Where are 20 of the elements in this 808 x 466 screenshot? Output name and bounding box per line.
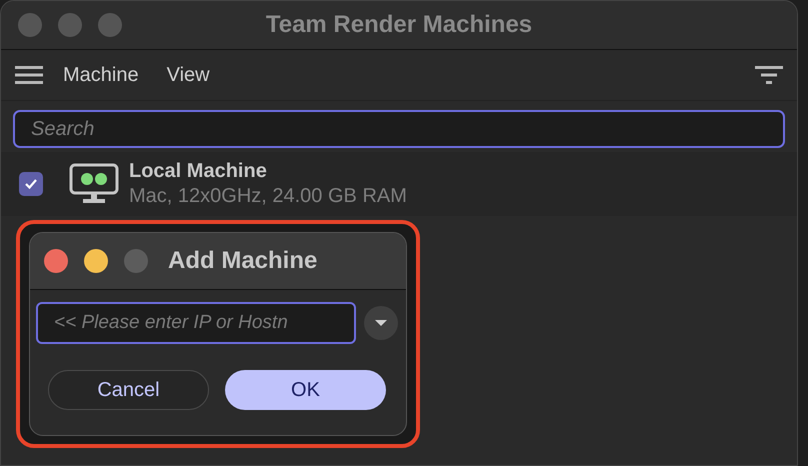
minimize-button[interactable] [84, 249, 108, 273]
cancel-button[interactable]: Cancel [48, 370, 209, 410]
machine-name: Local Machine [129, 160, 268, 183]
filter-icon[interactable] [755, 65, 783, 85]
checkbox[interactable] [19, 172, 43, 196]
monitor-icon [69, 163, 119, 205]
dropdown-button[interactable] [364, 306, 398, 340]
menu-item[interactable]: Machine [49, 64, 153, 86]
machine-details: Mac, 12x0GHz, 24.00 GB RAM [129, 185, 407, 208]
check-icon [24, 178, 38, 190]
menu-item[interactable]: View [152, 64, 224, 86]
dialog-title: Add Machine [168, 247, 318, 275]
window-title: Team Render Machines [266, 11, 532, 39]
ok-button[interactable]: OK [225, 370, 386, 410]
menu-icon[interactable] [15, 65, 43, 85]
close-button[interactable] [44, 249, 68, 273]
host-field[interactable]: << Please enter IP or Hostn [36, 302, 356, 344]
search-field[interactable]: Search [13, 110, 785, 148]
machine-row[interactable]: Local Machine Mac, 12x0GHz, 24.00 GB RAM [1, 152, 797, 216]
caret-icon [374, 319, 388, 327]
